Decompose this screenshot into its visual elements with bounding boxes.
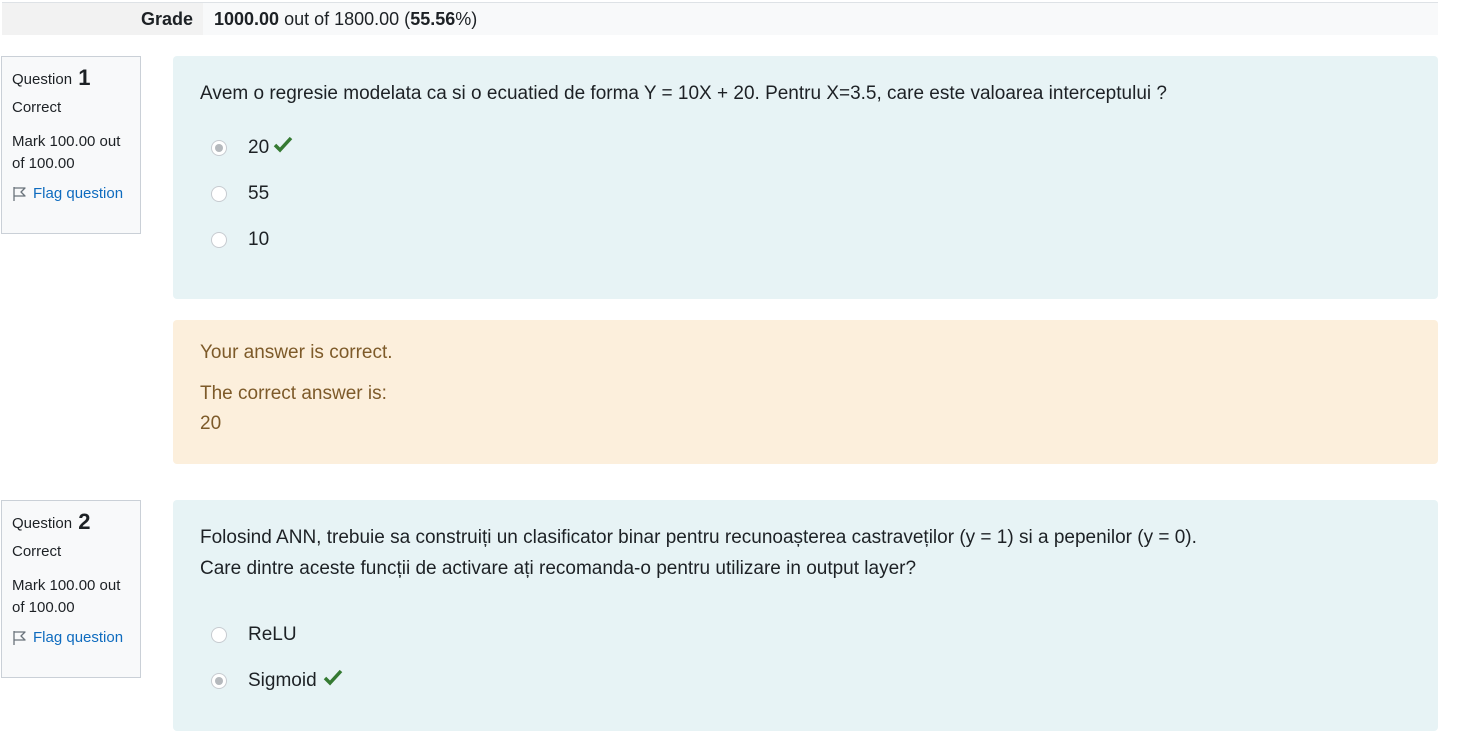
question-2-text-line-1: Folosind ANN, trebuie sa construiți un c… <box>200 527 1197 548</box>
question-1-feedback: Your answer is correct. The correct answ… <box>173 320 1438 464</box>
question-mark: Mark 100.00 out of 100.00 <box>12 133 121 172</box>
question-1-content: Avem o regresie modelata ca si o ecuatie… <box>173 56 1438 299</box>
question-1-answers: 20 55 10 <box>200 125 1411 263</box>
answer-label: ReLU <box>248 624 297 645</box>
answer-radio-selected[interactable] <box>211 140 227 156</box>
flag-question-label: Flag question <box>33 185 124 202</box>
question-number: 1 <box>78 65 91 90</box>
question-state: Correct <box>12 99 62 116</box>
answer-option[interactable]: 55 <box>200 171 1411 217</box>
grade-percent-suffix: %) <box>455 9 478 29</box>
answer-label: 20 <box>248 137 270 158</box>
answer-option[interactable]: 20 <box>200 125 1411 171</box>
answer-radio[interactable] <box>211 627 227 643</box>
question-label: Question <box>12 515 73 532</box>
check-icon <box>273 136 293 160</box>
flag-icon <box>12 630 27 646</box>
answer-option[interactable]: Sigmoid <box>200 658 1411 704</box>
answer-option[interactable]: 10 <box>200 217 1411 263</box>
question-1-text: Avem o regresie modelata ca si o ecuatie… <box>200 83 1167 104</box>
grade-value: 1000.00 out of 1800.00 (55.56%) <box>214 3 477 35</box>
grade-out-of: out of 1800.00 ( <box>279 9 411 29</box>
question-2-content: Folosind ANN, trebuie sa construiți un c… <box>173 500 1438 731</box>
question-2-text-line-2: Care dintre aceste funcții de activare a… <box>200 558 917 579</box>
grade-summary-row: Grade 1000.00 out of 1800.00 (55.56%) <box>2 2 1438 35</box>
question-2-info: Question 2 Correct Mark 100.00 out of 10… <box>1 500 141 678</box>
grade-points: 1000.00 <box>214 9 280 29</box>
flag-question-link[interactable]: Flag question <box>12 183 130 205</box>
question-mark: Mark 100.00 out of 100.00 <box>12 577 121 616</box>
question-number-line: Question 2 <box>12 511 130 535</box>
flag-icon <box>12 186 27 202</box>
grade-label: Grade <box>2 3 203 35</box>
answer-option[interactable]: ReLU <box>200 612 1411 658</box>
check-icon <box>323 669 343 693</box>
answer-label: 10 <box>248 229 270 250</box>
question-1-info: Question 1 Correct Mark 100.00 out of 10… <box>1 56 141 234</box>
grade-percent: 55.56 <box>410 9 456 29</box>
question-label: Question <box>12 71 73 88</box>
right-answer-value: 20 <box>200 413 222 434</box>
question-number-line: Question 1 <box>12 67 130 91</box>
answer-radio[interactable] <box>211 186 227 202</box>
specific-feedback: Your answer is correct. <box>200 342 393 363</box>
flag-question-link[interactable]: Flag question <box>12 627 130 649</box>
answer-label: 55 <box>248 183 270 204</box>
question-number: 2 <box>78 509 91 534</box>
answer-radio-selected[interactable] <box>211 673 227 689</box>
right-answer-label: The correct answer is: <box>200 383 387 404</box>
question-state: Correct <box>12 543 62 560</box>
answer-radio[interactable] <box>211 232 227 248</box>
question-2-answers: ReLU Sigmoid <box>200 612 1411 704</box>
answer-label: Sigmoid <box>248 670 317 691</box>
flag-question-label: Flag question <box>33 629 124 646</box>
